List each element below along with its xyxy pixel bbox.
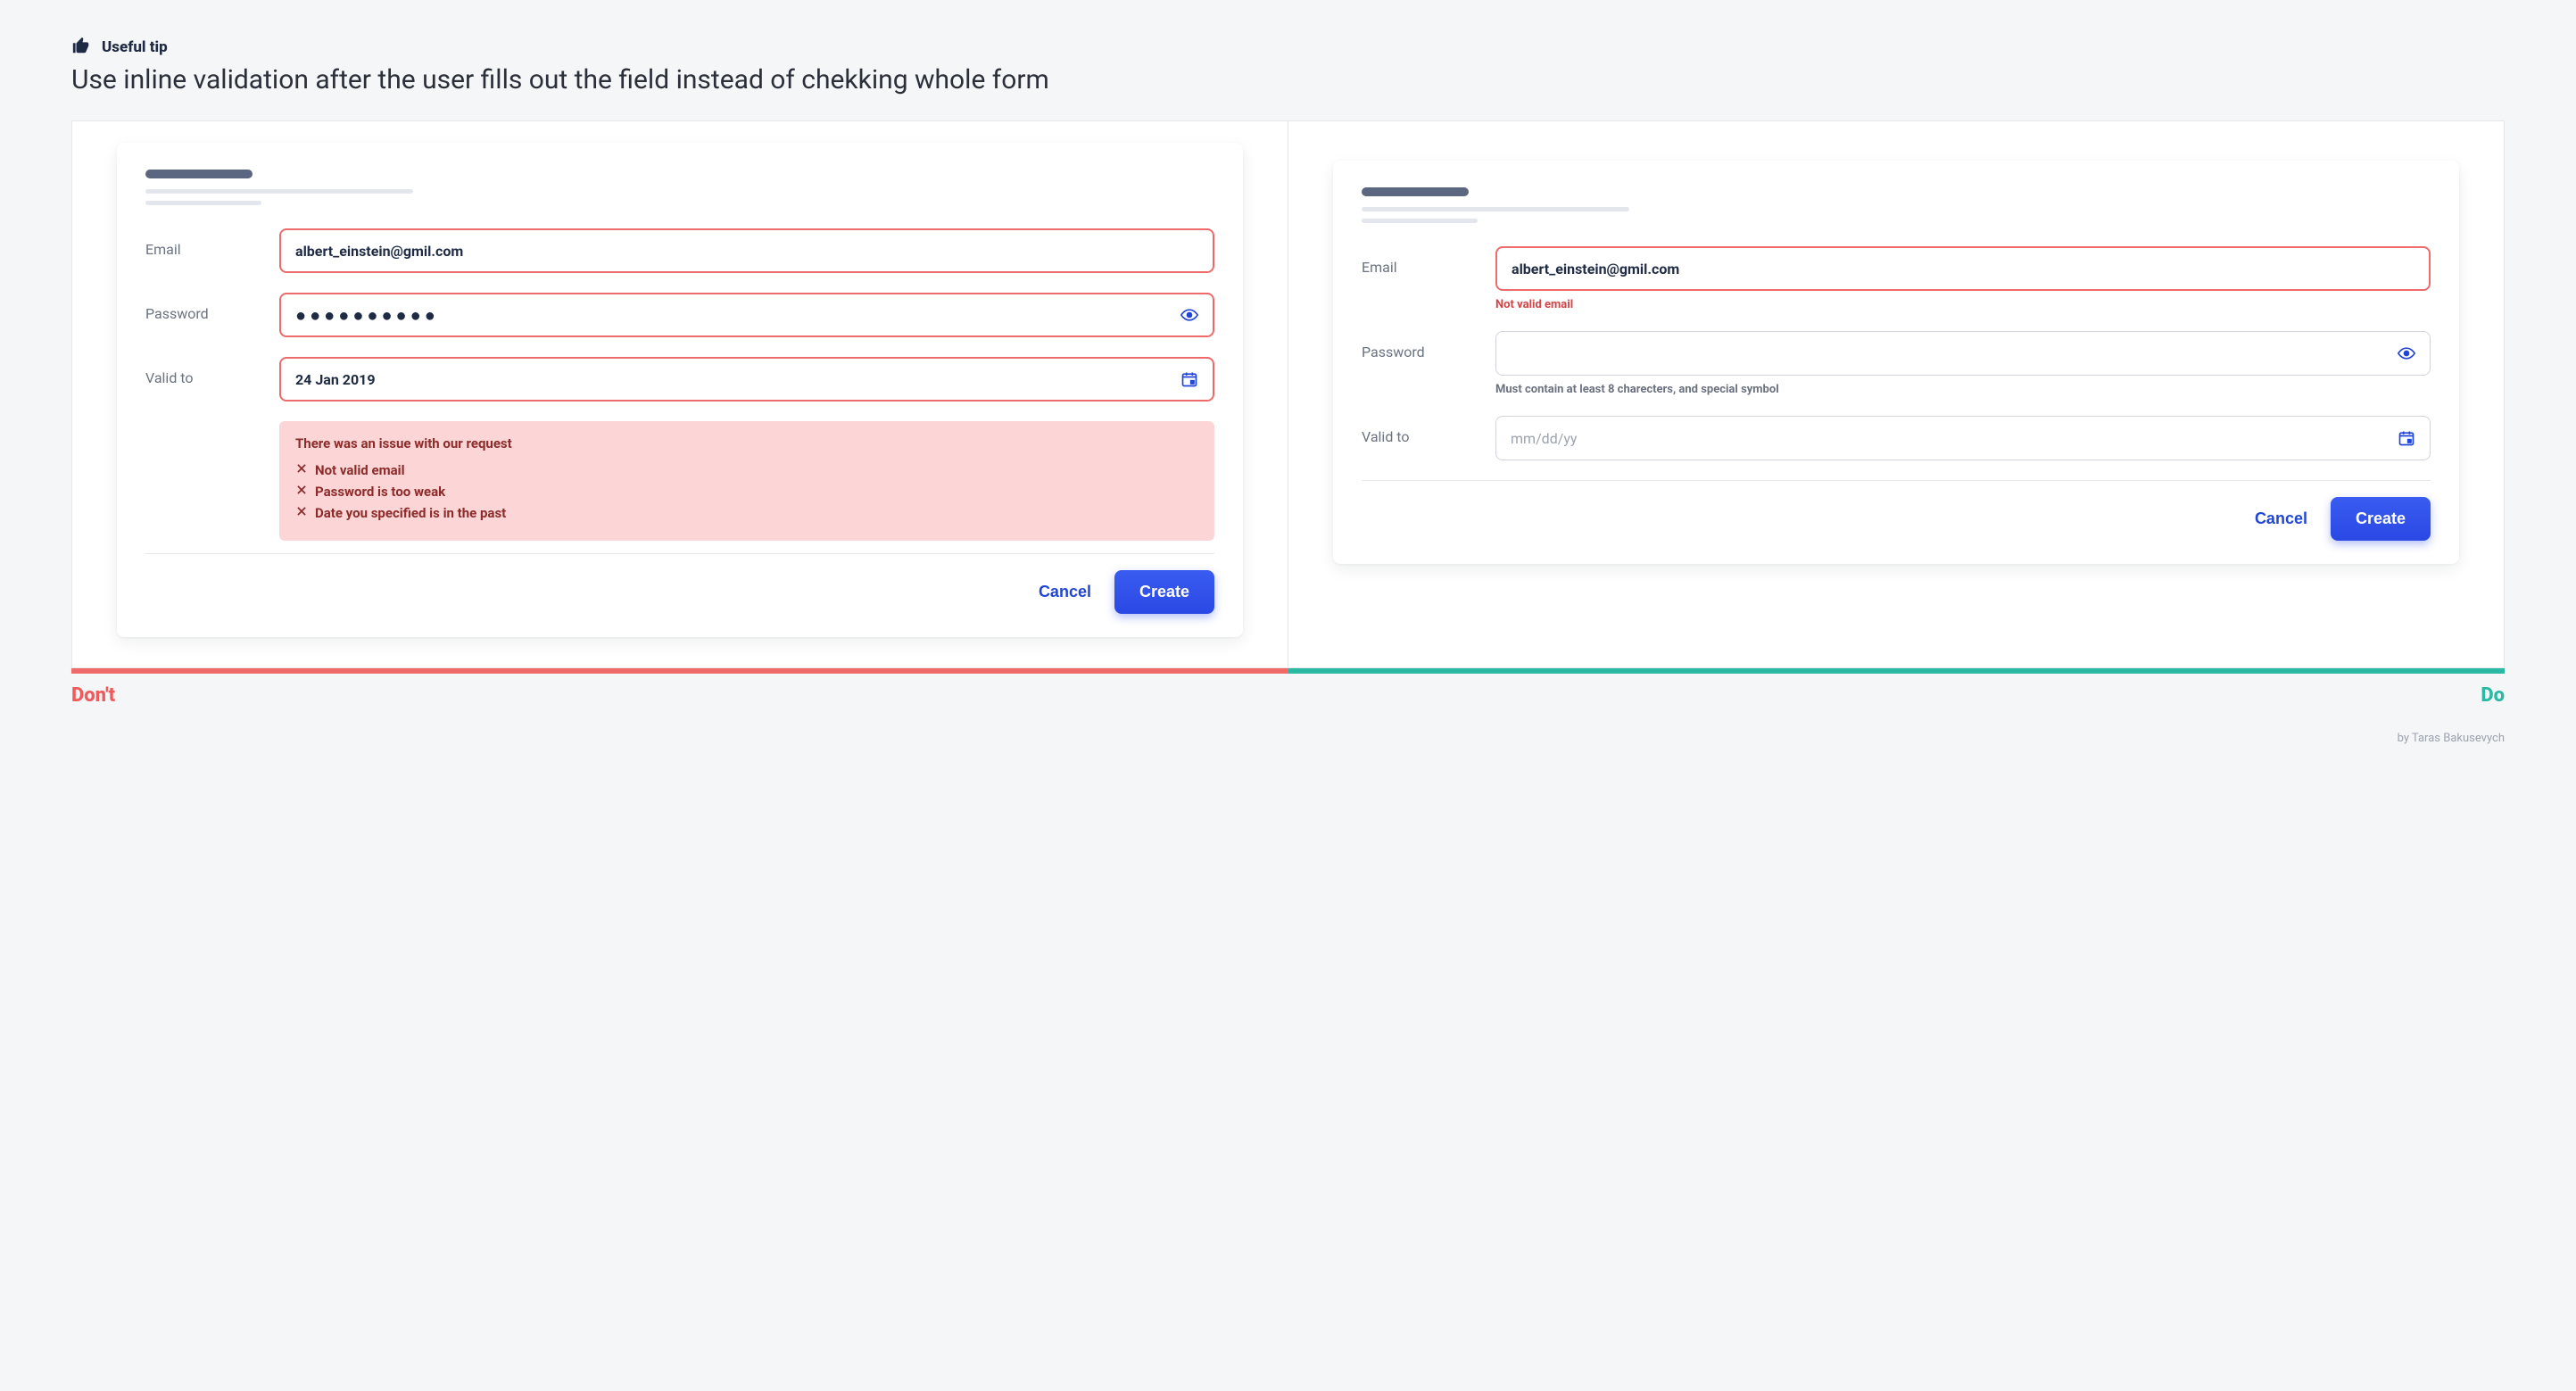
actions-row: Cancel Create: [145, 570, 1214, 614]
cancel-button[interactable]: Cancel: [2255, 509, 2307, 528]
password-field[interactable]: ●●●●●●●●●●: [279, 293, 1214, 337]
comparison-container: Email albert_einstein@gmil.com Password …: [71, 120, 2505, 668]
tip-text: Use inline validation after the user fil…: [71, 64, 2505, 95]
skeleton-header: [145, 170, 1214, 205]
calendar-icon[interactable]: [2398, 429, 2415, 447]
password-hint: Must contain at least 8 charecters, and …: [1495, 383, 2431, 396]
valid-to-value: 24 Jan 2019: [295, 371, 1180, 388]
dont-bar: [71, 668, 1288, 674]
valid-to-label: Valid to: [1362, 416, 1495, 445]
x-icon: [295, 505, 308, 521]
dont-card: Email albert_einstein@gmil.com Password …: [117, 143, 1243, 637]
valid-to-placeholder: mm/dd/yy: [1511, 430, 2398, 447]
email-row: Email albert_einstein@gmil.com: [145, 228, 1214, 273]
password-masked: ●●●●●●●●●●: [295, 306, 1180, 324]
create-button[interactable]: Create: [2331, 497, 2431, 541]
divider: [145, 553, 1214, 554]
valid-to-field[interactable]: 24 Jan 2019: [279, 357, 1214, 402]
valid-to-label: Valid to: [145, 357, 279, 386]
email-label: Email: [145, 228, 279, 258]
thumbs-up-icon: [71, 36, 91, 59]
password-row: Password Must contain at least 8 charect…: [1362, 331, 2431, 396]
do-card: Email albert_einstein@gmil.com Not valid…: [1333, 161, 2459, 564]
error-text: Date you specified is in the past: [315, 505, 506, 521]
error-item: Password is too weak: [295, 484, 1198, 500]
error-text: Not valid email: [315, 462, 405, 478]
x-icon: [295, 484, 308, 500]
email-inline-error: Not valid email: [1495, 298, 2431, 311]
do-pane: Email albert_einstein@gmil.com Not valid…: [1288, 121, 2504, 667]
tip-header: Useful tip: [71, 36, 2505, 59]
dont-pane: Email albert_einstein@gmil.com Password …: [72, 121, 1288, 667]
valid-to-field[interactable]: mm/dd/yy: [1495, 416, 2431, 460]
actions-row: Cancel Create: [1362, 497, 2431, 541]
error-text: Password is too weak: [315, 484, 445, 500]
email-label: Email: [1362, 246, 1495, 276]
cancel-button[interactable]: Cancel: [1039, 583, 1091, 601]
create-button[interactable]: Create: [1114, 570, 1214, 614]
calendar-icon[interactable]: [1180, 370, 1198, 388]
error-summary-box: There was an issue with our request Not …: [279, 421, 1214, 541]
error-item: Not valid email: [295, 462, 1198, 478]
error-summary-title: There was an issue with our request: [295, 435, 1198, 451]
tip-label: Useful tip: [102, 38, 168, 56]
email-field[interactable]: albert_einstein@gmil.com: [279, 228, 1214, 273]
error-item: Date you specified is in the past: [295, 505, 1198, 521]
divider: [1362, 480, 2431, 481]
credit-text: by Taras Bakusevych: [71, 732, 2505, 745]
do-bar: [1288, 668, 2506, 674]
valid-to-row: Valid to mm/dd/yy: [1362, 416, 2431, 460]
valid-to-row: Valid to 24 Jan 2019: [145, 357, 1214, 402]
status-bars: [71, 668, 2505, 674]
eye-icon[interactable]: [2398, 344, 2415, 362]
email-field[interactable]: albert_einstein@gmil.com: [1495, 246, 2431, 291]
email-row: Email albert_einstein@gmil.com Not valid…: [1362, 246, 2431, 311]
dont-label: Don't: [71, 684, 115, 707]
x-icon: [295, 462, 308, 478]
eye-icon[interactable]: [1180, 306, 1198, 324]
email-value: albert_einstein@gmil.com: [295, 243, 1198, 260]
email-value: albert_einstein@gmil.com: [1512, 261, 2414, 277]
status-labels: Don't Do: [71, 684, 2505, 707]
do-label: Do: [2481, 684, 2505, 707]
password-field[interactable]: [1495, 331, 2431, 376]
skeleton-header: [1362, 187, 2431, 223]
password-row: Password ●●●●●●●●●●: [145, 293, 1214, 337]
password-label: Password: [145, 293, 279, 322]
password-label: Password: [1362, 331, 1495, 360]
